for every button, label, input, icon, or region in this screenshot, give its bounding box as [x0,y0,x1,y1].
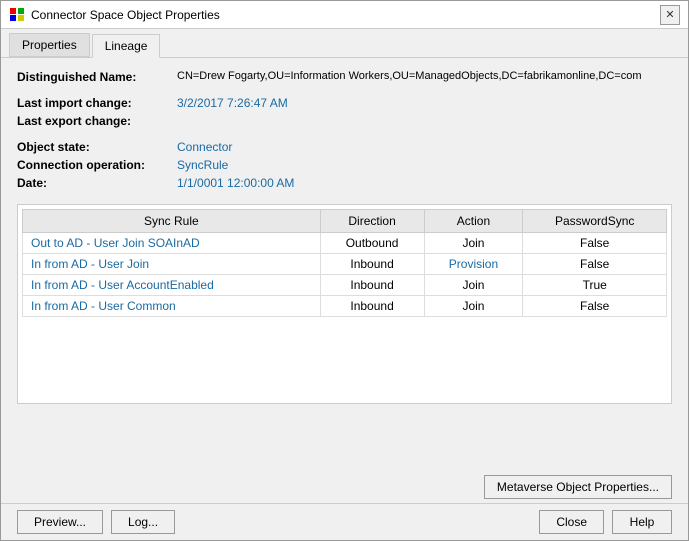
last-import-label: Last import change: [17,96,177,110]
cell-sync-rule: In from AD - User Join [23,254,321,275]
cell-direction: Inbound [320,296,424,317]
footer: Preview... Log... Close Help [1,503,688,540]
sync-rule-table-section: Sync Rule Direction Action PasswordSync … [17,204,672,457]
sync-table: Sync Rule Direction Action PasswordSync … [22,209,667,317]
table-row: In from AD - User JoinInboundProvisionFa… [23,254,667,275]
last-export-row: Last export change: [17,114,672,128]
cell-action: Join [424,233,523,254]
distinguished-name-value: CN=Drew Fogarty,OU=Information Workers,O… [177,70,642,82]
cell-password-sync: False [523,296,667,317]
tab-lineage[interactable]: Lineage [92,34,161,58]
date-value: 1/1/0001 12:00:00 AM [177,176,294,190]
cell-action: Join [424,275,523,296]
footer-right-buttons: Close Help [539,510,672,534]
cell-password-sync: False [523,254,667,275]
cell-direction: Inbound [320,254,424,275]
cell-sync-rule: Out to AD - User Join SOAInAD [23,233,321,254]
cell-sync-rule: In from AD - User AccountEnabled [23,275,321,296]
object-state-value: Connector [177,140,232,154]
cell-sync-rule: In from AD - User Common [23,296,321,317]
log-button[interactable]: Log... [111,510,175,534]
col-sync-rule: Sync Rule [23,210,321,233]
cell-password-sync: False [523,233,667,254]
tab-bar: Properties Lineage [1,29,688,58]
table-wrapper: Sync Rule Direction Action PasswordSync … [17,204,672,404]
metaverse-properties-button[interactable]: Metaverse Object Properties... [484,475,672,499]
table-row: Out to AD - User Join SOAInADOutboundJoi… [23,233,667,254]
distinguished-name-row: Distinguished Name: CN=Drew Fogarty,OU=I… [17,70,672,84]
date-row: Date: 1/1/0001 12:00:00 AM [17,176,672,190]
title-bar-left: Connector Space Object Properties [9,7,220,23]
tab-properties[interactable]: Properties [9,33,90,57]
object-state-label: Object state: [17,140,177,154]
last-export-label: Last export change: [17,114,177,128]
cell-action: Provision [424,254,523,275]
main-window: Connector Space Object Properties ✕ Prop… [0,0,689,541]
connection-operation-value: SyncRule [177,158,228,172]
main-content: Distinguished Name: CN=Drew Fogarty,OU=I… [1,58,688,469]
app-icon [9,7,25,23]
close-dialog-button[interactable]: Close [539,510,604,534]
col-direction: Direction [320,210,424,233]
cell-password-sync: True [523,275,667,296]
cell-direction: Inbound [320,275,424,296]
object-state-row: Object state: Connector [17,140,672,154]
connection-operation-row: Connection operation: SyncRule [17,158,672,172]
footer-left-buttons: Preview... Log... [17,510,175,534]
close-button[interactable]: ✕ [660,5,680,25]
cell-action: Join [424,296,523,317]
title-bar-buttons: ✕ [660,5,680,25]
metaverse-btn-row: Metaverse Object Properties... [1,469,688,503]
cell-direction: Outbound [320,233,424,254]
last-import-value: 3/2/2017 7:26:47 AM [177,96,288,110]
last-import-row: Last import change: 3/2/2017 7:26:47 AM [17,96,672,110]
help-button[interactable]: Help [612,510,672,534]
title-bar: Connector Space Object Properties ✕ [1,1,688,29]
preview-button[interactable]: Preview... [17,510,103,534]
date-label: Date: [17,176,177,190]
table-row: In from AD - User CommonInboundJoinFalse [23,296,667,317]
distinguished-name-label: Distinguished Name: [17,70,177,84]
table-row: In from AD - User AccountEnabledInboundJ… [23,275,667,296]
window-title: Connector Space Object Properties [31,8,220,22]
col-action: Action [424,210,523,233]
connection-operation-label: Connection operation: [17,158,177,172]
col-password-sync: PasswordSync [523,210,667,233]
